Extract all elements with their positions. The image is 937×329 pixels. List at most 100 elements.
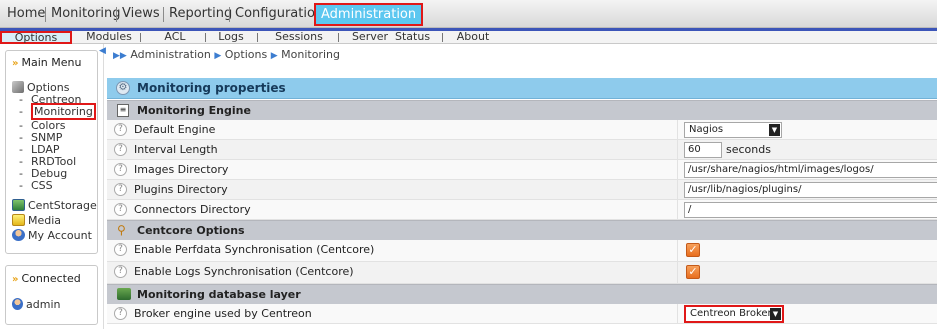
row-connectors-directory: ? Connectors Directory /: [107, 200, 937, 220]
row-perfdata-sync: ? Enable Perfdata Synchronisation (Centc…: [107, 240, 937, 262]
tab-home[interactable]: Home: [4, 4, 48, 26]
field-label: Enable Perfdata Synchronisation (Centcor…: [134, 243, 375, 256]
breadcrumb-item[interactable]: Monitoring: [281, 48, 340, 61]
connected-user[interactable]: admin: [12, 298, 60, 311]
sidebar-item-label: My Account: [28, 229, 92, 242]
gear-icon: ⚙: [116, 81, 130, 95]
value-cell: 60 seconds: [677, 140, 937, 160]
section-centcore-options: ⚲ Centcore Options: [107, 220, 937, 240]
field-label: Default Engine: [134, 123, 216, 136]
tab-monitoring[interactable]: Monitoring: [48, 4, 124, 26]
subtab-server-status[interactable]: Server Status: [346, 31, 436, 44]
funnel-icon: ⚲: [117, 223, 126, 237]
database-icon: [117, 288, 131, 300]
select-value: Centreon Broker: [690, 308, 772, 319]
sidebar-item-centstorage[interactable]: CentStorage: [12, 199, 97, 212]
sidebar-subitem-css[interactable]: - CSS: [19, 180, 53, 192]
tab-administration[interactable]: Administration: [314, 3, 424, 26]
tab-views[interactable]: Views: [119, 4, 163, 26]
dropdown-arrow-icon[interactable]: ▼: [770, 308, 781, 320]
form-title: Monitoring properties: [137, 81, 286, 95]
breadcrumb-arrow-icon: ▶: [270, 51, 278, 61]
section-title: Monitoring Engine: [137, 104, 251, 117]
wrench-icon: [12, 81, 24, 93]
row-broker-engine: ? Broker engine used by Centreon Centreo…: [107, 304, 937, 324]
nav-separator: [45, 7, 46, 22]
connected-title: Connected: [21, 272, 81, 285]
sidebar-subitem-monitoring[interactable]: - Monitoring: [19, 103, 96, 120]
sidebar-item-label: CentStorage: [28, 199, 97, 212]
subnav-separator: [205, 33, 206, 42]
value-cell: Nagios ▼: [677, 120, 937, 140]
sidebar-item-label: Media: [28, 214, 62, 227]
plugins-directory-input[interactable]: /usr/lib/nagios/plugins/: [684, 182, 937, 198]
subtab-options[interactable]: Options: [0, 31, 72, 44]
sub-navigation: Options Modules ACL Logs Sessions Server…: [0, 31, 937, 44]
sidebar: » Main Menu Options - Centreon - Monitoring…: [0, 44, 104, 329]
value-cell: ✓: [677, 240, 937, 262]
sidebar-subitem-label: CSS: [31, 179, 53, 192]
row-plugins-directory: ? Plugins Directory /usr/lib/nagios/plug…: [107, 180, 937, 200]
help-icon[interactable]: ?: [114, 243, 127, 256]
field-label: Plugins Directory: [134, 183, 228, 196]
tab-reporting[interactable]: Reporting: [166, 4, 235, 26]
interval-unit: seconds: [726, 143, 771, 156]
row-images-directory: ? Images Directory /usr/share/nagios/htm…: [107, 160, 937, 180]
subtab-about[interactable]: About: [451, 31, 495, 44]
form-header: ⚙ Monitoring properties: [107, 78, 937, 99]
user-icon: [12, 229, 25, 241]
connected-header: » Connected: [12, 272, 81, 285]
help-icon[interactable]: ?: [114, 203, 127, 216]
tab-configuration[interactable]: Configuration: [232, 4, 326, 26]
breadcrumb-arrow-icon: ▶▶: [113, 51, 127, 61]
section-monitoring-engine: ≡ Monitoring Engine: [107, 100, 937, 120]
nav-separator: [229, 7, 230, 22]
monitoring-properties-form: ⚙ Monitoring properties ≡ Monitoring Eng…: [107, 78, 937, 329]
help-icon[interactable]: ?: [114, 265, 127, 278]
collapse-sidebar-icon[interactable]: ◀: [99, 46, 106, 56]
subtab-modules[interactable]: Modules: [80, 31, 138, 44]
help-icon[interactable]: ?: [114, 143, 127, 156]
field-label: Interval Length: [134, 143, 218, 156]
value-cell: /: [677, 200, 937, 220]
connected-box: » Connected admin: [5, 265, 98, 325]
help-icon[interactable]: ?: [114, 123, 127, 136]
help-icon[interactable]: ?: [114, 183, 127, 196]
help-icon[interactable]: ?: [114, 163, 127, 176]
chevron-right-icon: »: [12, 274, 19, 285]
help-icon[interactable]: ?: [114, 307, 127, 320]
perfdata-sync-checkbox[interactable]: ✓: [686, 243, 700, 257]
sidebar-item-media[interactable]: Media: [12, 214, 61, 227]
subnav-separator: [257, 33, 258, 42]
breadcrumb-item[interactable]: Options: [225, 48, 267, 61]
top-navigation: Home Monitoring Views Reporting Configur…: [0, 0, 937, 28]
dropdown-arrow-icon[interactable]: ▼: [769, 124, 780, 136]
subtab-sessions[interactable]: Sessions: [267, 31, 331, 44]
broker-engine-select[interactable]: Centreon Broker ▼: [684, 305, 784, 323]
section-title: Monitoring database layer: [137, 288, 301, 301]
field-label: Broker engine used by Centreon: [134, 307, 312, 320]
connectors-directory-input[interactable]: /: [684, 202, 937, 218]
nav-separator: [116, 7, 117, 22]
images-directory-input[interactable]: /usr/share/nagios/html/images/logos/: [684, 162, 937, 178]
section-database-layer: Monitoring database layer: [107, 284, 937, 304]
subtab-logs[interactable]: Logs: [210, 31, 252, 44]
value-cell: /usr/lib/nagios/plugins/: [677, 180, 937, 200]
main-menu-title: Main Menu: [21, 56, 82, 69]
default-engine-select[interactable]: Nagios ▼: [684, 122, 782, 138]
folder-icon: [12, 214, 25, 226]
subnav-separator: [442, 33, 443, 42]
breadcrumb-item[interactable]: Administration: [130, 48, 211, 61]
sidebar-item-my-account[interactable]: My Account: [12, 229, 92, 242]
field-label: Images Directory: [134, 163, 229, 176]
row-logs-sync: ? Enable Logs Synchronisation (Centcore)…: [107, 262, 937, 284]
interval-length-input[interactable]: 60: [684, 142, 722, 158]
subnav-separator: [140, 33, 141, 42]
logs-sync-checkbox[interactable]: ✓: [686, 265, 700, 279]
breadcrumb-arrow-icon: ▶: [214, 51, 222, 61]
subtab-acl[interactable]: ACL: [150, 31, 200, 44]
value-cell: /usr/share/nagios/html/images/logos/: [677, 160, 937, 180]
sidebar-subitem-label: Monitoring: [31, 103, 96, 120]
breadcrumb: ▶▶ Administration ▶ Options ▶ Monitoring: [113, 48, 340, 61]
connected-user-name: admin: [26, 298, 61, 311]
